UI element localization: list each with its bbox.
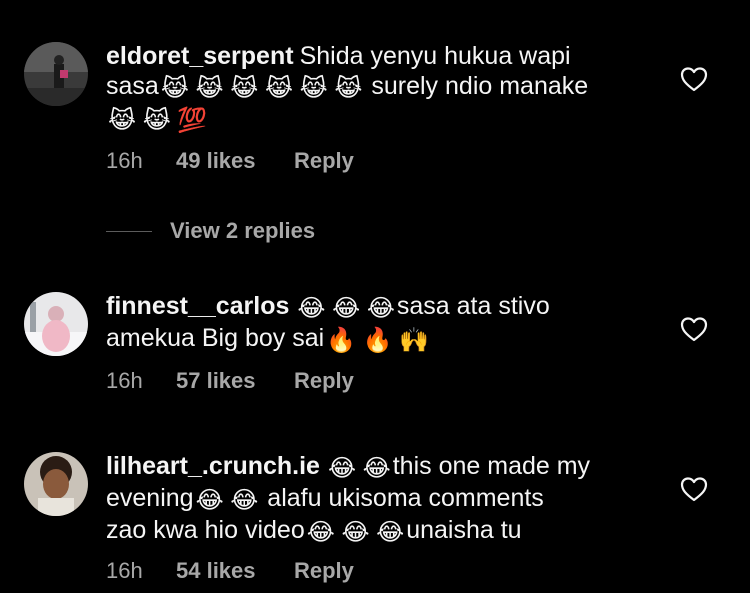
comment-body: finnest__carlos 😂 😂 😂sasa ata stivo ameku…: [106, 291, 646, 355]
reply-button[interactable]: Reply: [294, 148, 354, 174]
like-heart-icon[interactable]: [680, 66, 708, 92]
comment-meta: 16h 54 likes Reply: [106, 558, 354, 584]
comment-text: amekua Big boy sai: [106, 324, 325, 352]
divider: [106, 230, 152, 232]
comment-body: eldoret_serpent Shida yenyu hukua wapi sa…: [106, 41, 646, 135]
view-replies-button[interactable]: View 2 replies: [106, 218, 315, 244]
avatar[interactable]: [24, 42, 88, 106]
comment-username[interactable]: lilheart_.crunch.ie: [106, 452, 320, 480]
reply-button[interactable]: Reply: [294, 558, 354, 584]
comment-text: this one made my: [392, 452, 591, 480]
emoji-group: 😂 😂: [327, 455, 391, 482]
like-heart-icon[interactable]: [680, 316, 708, 342]
view-replies-label: View 2 replies: [170, 218, 316, 243]
emoji-group: 🔥 🔥 🙌: [326, 327, 430, 354]
comment-time: 16h: [106, 558, 143, 583]
comment-text: evening: [106, 484, 194, 512]
comment-text: zao kwa hio video: [106, 516, 305, 544]
comment-username[interactable]: eldoret_serpent: [106, 42, 294, 70]
comment-time: 16h: [106, 368, 143, 393]
comment-text: surely ndio manake: [371, 72, 589, 100]
comment-meta: 16h 57 likes Reply: [106, 368, 354, 394]
emoji-group: 😂 😂 😂: [306, 519, 405, 546]
comment-text: unaisha tu: [406, 516, 522, 544]
comment-text: sasa: [106, 72, 159, 100]
emoji-group: 😹 😹 😹 😹 😹 😹: [160, 75, 363, 102]
comment-body: lilheart_.crunch.ie 😂 😂this one made my e…: [106, 451, 646, 547]
emoji-group: 😂 😂: [195, 487, 259, 514]
avatar[interactable]: [24, 452, 88, 516]
emoji-group: 😂 😂 😂: [297, 295, 395, 322]
comment-likes[interactable]: 57 likes: [176, 368, 294, 394]
comment-text: alafu ukisoma comments: [267, 484, 544, 512]
comment-text: Shida yenyu hukua wapi: [299, 42, 571, 70]
comment-username[interactable]: finnest__carlos: [106, 292, 289, 320]
avatar[interactable]: [24, 292, 88, 356]
comment-text: sasa ata stivo: [396, 292, 550, 320]
comment-likes[interactable]: 54 likes: [176, 558, 294, 584]
reply-button[interactable]: Reply: [294, 368, 354, 394]
comment-time: 16h: [106, 148, 143, 173]
like-heart-icon[interactable]: [680, 476, 708, 502]
comment-meta: 16h 49 likes Reply: [106, 148, 354, 174]
emoji-group: 😹 😹 💯: [108, 107, 208, 134]
comment-likes[interactable]: 49 likes: [176, 148, 294, 174]
